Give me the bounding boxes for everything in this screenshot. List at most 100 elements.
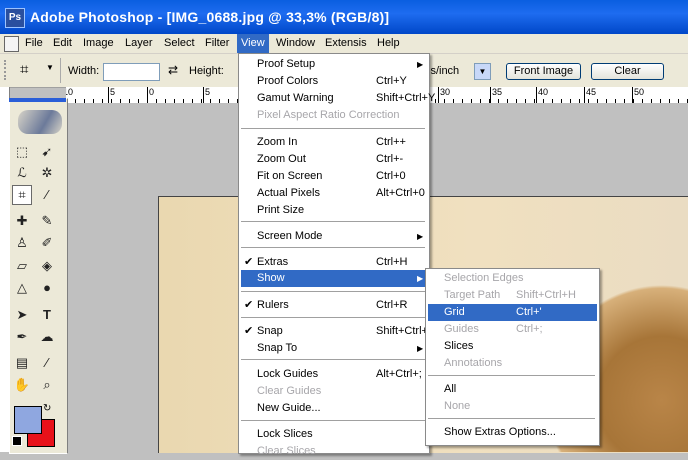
menu-separator — [241, 247, 425, 248]
show_menu-item[interactable]: Show Extras Options... — [428, 424, 597, 441]
view_menu-item-label: Actual Pixels — [257, 187, 320, 199]
clear-button[interactable]: Clear — [591, 63, 664, 80]
menu-separator — [428, 418, 595, 419]
view_menu-item-label: Pixel Aspect Ratio Correction — [257, 109, 400, 121]
view_menu-item[interactable]: Gamut Warning Shift+Ctrl+Y — [241, 90, 435, 107]
show_menu-item[interactable]: Annotations — [428, 355, 597, 372]
menu-window[interactable]: Window — [272, 34, 319, 53]
feather-logo-icon[interactable] — [18, 110, 62, 134]
view_menu-item-show[interactable]: Show ▶ — [241, 270, 427, 287]
width-input[interactable] — [103, 63, 160, 81]
slice-tool-icon[interactable]: ⁄ — [37, 185, 57, 205]
default-colors-icon[interactable] — [12, 436, 22, 446]
marquee-tool-icon[interactable]: ⬚ — [12, 142, 32, 162]
path-selection-tool-icon[interactable]: ➤ — [12, 305, 32, 325]
view_menu-item[interactable]: Zoom In Ctrl++ — [241, 134, 427, 151]
hand-tool-icon[interactable]: ✋ — [12, 375, 32, 395]
view_menu-item[interactable]: Lock Guides Alt+Ctrl+; — [241, 366, 427, 383]
view_menu-item[interactable]: ✔ Rulers Ctrl+R — [241, 297, 427, 314]
menu-edit[interactable]: Edit — [49, 34, 76, 53]
menu-file[interactable]: File — [21, 34, 47, 53]
swap-dimensions-icon[interactable]: ⇄ — [168, 63, 178, 77]
healing-brush-tool-icon[interactable]: ✚ — [12, 211, 32, 231]
view_menu-item[interactable]: Print Size — [241, 202, 427, 219]
show_menu-item-label: Grid — [444, 306, 465, 318]
type-tool-icon[interactable]: T — [37, 305, 57, 325]
dropdown-arrow-icon[interactable]: ▼ — [474, 63, 491, 80]
view_menu-item[interactable]: Actual Pixels Alt+Ctrl+0 — [241, 185, 427, 202]
show_menu-item[interactable]: All — [428, 381, 597, 398]
view_menu-item-label: Proof Colors — [257, 75, 319, 87]
eraser-tool-icon[interactable]: ▱ — [12, 256, 32, 276]
document-icon[interactable] — [4, 36, 19, 52]
ruler-tick — [438, 87, 439, 103]
show_menu-item-label: Slices — [444, 340, 474, 352]
magic-wand-tool-icon[interactable]: ✲ — [37, 163, 57, 183]
menu-separator — [241, 128, 425, 129]
show_menu-item-shortcut: Ctrl+' — [516, 306, 542, 318]
show_menu-item[interactable]: Target Path Shift+Ctrl+H — [428, 287, 597, 304]
move-tool-icon[interactable]: ➹ — [37, 142, 57, 162]
toolbox-title-bar[interactable] — [9, 98, 66, 102]
view_menu-item-label: Lock Slices — [257, 428, 313, 440]
view_menu-item-shortcut: Shift+Ctrl+; — [376, 325, 432, 337]
menu-extensis[interactable]: Extensis — [321, 34, 371, 53]
view_menu-item[interactable]: Pixel Aspect Ratio Correction — [241, 107, 427, 124]
dodge-tool-icon[interactable]: ● — [37, 278, 57, 298]
paint-bucket-tool-icon[interactable]: ◈ — [37, 256, 57, 276]
view_menu-item[interactable]: ✔ Extras Ctrl+H — [241, 254, 427, 271]
view_menu-item[interactable]: Clear Guides — [241, 383, 427, 400]
show_menu-item[interactable]: Selection Edges — [428, 270, 597, 287]
view_menu-item[interactable]: Fit on Screen Ctrl+0 — [241, 168, 427, 185]
submenu-arrow-icon: ▶ — [417, 344, 424, 353]
menu-filter[interactable]: Filter — [201, 34, 233, 53]
divider — [60, 58, 61, 83]
notes-tool-icon[interactable]: ▤ — [12, 353, 32, 373]
show_menu-item[interactable]: None — [428, 398, 597, 415]
menu-layer[interactable]: Layer — [121, 34, 157, 53]
view_menu-item[interactable]: Proof Colors Ctrl+Y — [241, 73, 427, 90]
resolution-unit-select[interactable]: ls/inch ▼ — [428, 63, 492, 80]
view_menu-item[interactable]: New Guide... — [241, 400, 427, 417]
show_menu-item[interactable]: Slices — [428, 338, 597, 355]
view_menu-item[interactable]: Screen Mode ▶ — [241, 228, 427, 245]
view_menu-item[interactable]: Snap To ▶ — [241, 340, 427, 357]
show_menu-item[interactable]: Grid Ctrl+' — [428, 304, 597, 321]
view_menu-item-shortcut: Ctrl+- — [376, 153, 404, 165]
blur-tool-icon[interactable]: △ — [12, 278, 32, 298]
zoom-tool-icon[interactable]: ⌕ — [37, 375, 57, 395]
view_menu-item[interactable]: Lock Slices — [241, 426, 427, 443]
clone-stamp-tool-icon[interactable]: ♙ — [12, 233, 32, 253]
checkmark-icon: ✔ — [244, 299, 254, 311]
crop-tool-icon[interactable]: ⌗ — [12, 185, 32, 205]
pen-tool-icon[interactable]: ✒ — [12, 327, 32, 347]
front-image-button[interactable]: Front Image — [506, 63, 581, 80]
brush-tool-icon[interactable]: ✎ — [37, 211, 57, 231]
history-brush-tool-icon[interactable]: ✐ — [37, 233, 57, 253]
menu-separator — [241, 291, 425, 292]
view_menu-item-label: Proof Setup — [257, 58, 316, 70]
submenu-arrow-icon: ▶ — [417, 232, 424, 241]
view_menu-item[interactable]: ✔ Snap Shift+Ctrl+; — [241, 323, 431, 340]
options-grip[interactable] — [4, 60, 14, 80]
foreground-color-swatch[interactable] — [14, 406, 42, 434]
tool-preset-chevron-icon[interactable]: ▼ — [46, 63, 54, 72]
view_menu-item-label: Snap — [257, 325, 283, 337]
menu-separator — [428, 375, 595, 376]
menu-separator — [241, 221, 425, 222]
view_menu-item[interactable]: Zoom Out Ctrl+- — [241, 151, 427, 168]
eyedropper-tool-icon[interactable]: ⁄ — [37, 353, 57, 373]
custom-shape-tool-icon[interactable]: ☁ — [37, 327, 57, 347]
menu-view[interactable]: View — [237, 34, 269, 53]
height-label: Height: — [189, 65, 224, 77]
menu-help[interactable]: Help — [373, 34, 404, 53]
show_menu-item[interactable]: Guides Ctrl+; — [428, 321, 597, 338]
crop-tool-icon[interactable]: ⌗ — [20, 61, 28, 78]
menu-image[interactable]: Image — [79, 34, 118, 53]
lasso-tool-icon[interactable]: ℒ — [12, 163, 32, 183]
view_menu-item[interactable]: Proof Setup ▶ — [241, 56, 427, 73]
view-menu: Proof Setup ▶ Proof Colors Ctrl+Y Gamut Warn… — [238, 53, 435, 457]
menu-select[interactable]: Select — [160, 34, 199, 53]
photoshop-app-icon[interactable]: Ps — [5, 8, 25, 28]
swap-colors-icon[interactable]: ↻ — [43, 403, 51, 414]
